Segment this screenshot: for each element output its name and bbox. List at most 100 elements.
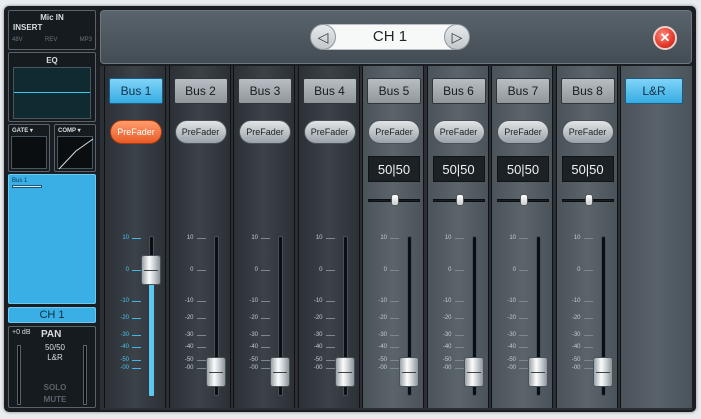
- fader-scale-tick: -10: [572, 298, 593, 304]
- prefader-button[interactable]: PreFader: [497, 120, 549, 144]
- fader-scale-tick: 10: [445, 235, 464, 241]
- tick-label: -30: [442, 332, 452, 338]
- bus-strip-8: Bus 8 PreFader 50|50 10 0 -10 -20 -30 -40 -50 -00: [555, 66, 618, 408]
- tick-label: -00: [571, 365, 581, 371]
- bus-select-button[interactable]: Bus 1: [109, 78, 163, 104]
- pan-slider-knob[interactable]: [520, 194, 528, 206]
- bus-strip-1: Bus 1 PreFader 10 0 -10 -20 -30 -40 -50 -00: [104, 66, 166, 408]
- tick-label: 0: [512, 267, 516, 273]
- solo-button[interactable]: SOLO: [35, 383, 75, 392]
- prefader-button[interactable]: PreFader: [432, 120, 485, 144]
- pan-slider-knob[interactable]: [455, 194, 464, 206]
- prefader-button[interactable]: PreFader: [561, 120, 614, 144]
- bus-select-button[interactable]: Bus 4: [302, 78, 357, 104]
- gain-readout: +0 dB: [12, 329, 31, 336]
- bus-select-button[interactable]: Bus 8: [560, 78, 615, 104]
- bus-select-button[interactable]: Bus 5: [367, 78, 421, 104]
- fader-scale-tick: 0: [577, 267, 592, 273]
- tick-label: 0: [448, 267, 452, 273]
- tick-label: -30: [249, 332, 258, 338]
- fader-scale-tick: 0: [513, 267, 528, 273]
- prefader-button[interactable]: PreFader: [303, 120, 356, 144]
- prefader-button[interactable]: PreFader: [368, 120, 420, 144]
- eq-panel[interactable]: EQ: [8, 52, 96, 122]
- fader-knob[interactable]: [463, 357, 484, 387]
- fader-scale-tick: -40: [507, 344, 528, 350]
- close-x-icon: ✕: [659, 30, 671, 45]
- prefader-button[interactable]: PreFader: [110, 120, 162, 144]
- insert-item-rev: REV: [45, 37, 58, 43]
- fader-scale-tick: 0: [319, 267, 334, 273]
- tick-label: -00: [249, 365, 258, 371]
- fader-knob[interactable]: [334, 357, 355, 387]
- tick-label: -30: [571, 332, 581, 338]
- fader-scale-tick: -30: [249, 332, 270, 338]
- tick-label: -30: [378, 332, 387, 338]
- tick-label: -40: [378, 344, 387, 350]
- pan-slider[interactable]: [561, 194, 614, 206]
- prefader-button[interactable]: PreFader: [239, 120, 291, 144]
- bus-strip-5: Bus 5 PreFader 50|50 10 0 -10 -20 -30 -40 -50 -00: [362, 66, 424, 408]
- fader-scale-tick: 10: [509, 235, 528, 241]
- fader-knob[interactable]: [141, 255, 161, 285]
- tick-label: -10: [184, 298, 194, 304]
- bus-select-button[interactable]: Bus 3: [238, 78, 292, 104]
- bus-select-button[interactable]: Bus 2: [173, 78, 228, 104]
- fader-scale-tick: 0: [384, 267, 399, 273]
- insert-panel[interactable]: Mic IN INSERT 48V REV MP3: [8, 10, 96, 50]
- close-button[interactable]: ✕: [653, 26, 677, 50]
- lr-button[interactable]: L&R: [625, 78, 683, 104]
- tick-label: -10: [571, 298, 581, 304]
- tick-label: 0: [190, 267, 194, 273]
- fader-knob[interactable]: [205, 357, 226, 387]
- gate-panel[interactable]: GATE ▾: [8, 124, 50, 172]
- fader-knob[interactable]: [592, 357, 613, 387]
- tick-label: 10: [573, 235, 581, 241]
- pan-slider[interactable]: [497, 194, 549, 206]
- comp-panel[interactable]: COMP ▾: [54, 124, 96, 172]
- insert-effects: 48V REV MP3: [12, 37, 92, 43]
- fader-knob[interactable]: [270, 357, 290, 387]
- comp-label: COMP ▾: [58, 128, 81, 134]
- tick-label: -40: [313, 344, 323, 350]
- fader-scale-tick: -20: [120, 315, 141, 321]
- fader-scale-tick: -40: [249, 344, 270, 350]
- pan-slider[interactable]: [432, 194, 485, 206]
- next-channel-button[interactable]: ▷: [444, 24, 470, 50]
- tick-label: -50: [313, 357, 323, 363]
- fader-knob[interactable]: [399, 357, 419, 387]
- eq-label: EQ: [46, 56, 58, 65]
- bus-select-button[interactable]: Bus 7: [496, 78, 550, 104]
- bus-send-mixer: Bus 1 PreFader 10 0 -10 -20 -30 -40 -50 -00 Bus 2 P…: [100, 66, 692, 410]
- tick-label: -50: [120, 357, 129, 363]
- fader-scale-tick: 10: [316, 235, 335, 241]
- chevron-right-icon: ▷: [451, 28, 463, 45]
- pan-readout: 50|50: [368, 156, 420, 182]
- tick-label: -00: [184, 365, 194, 371]
- fader-knob[interactable]: [528, 357, 548, 387]
- prev-channel-button[interactable]: ◁: [310, 24, 336, 50]
- pan-panel[interactable]: +0 dB PAN 50/50 L&R SOLO MUTE: [8, 326, 96, 408]
- pan-slider[interactable]: [368, 194, 420, 206]
- eq-curve-graph: [13, 67, 91, 119]
- tick-label: 0: [125, 267, 129, 273]
- sends-panel[interactable]: Bus 1: [8, 174, 96, 304]
- channel-name-label[interactable]: CH 1: [8, 307, 96, 323]
- insert-item-48v: 48V: [12, 37, 23, 43]
- fader-scale-tick: 0: [126, 267, 141, 273]
- input-label: Mic IN: [40, 13, 64, 22]
- fader-scale-tick: -10: [185, 298, 206, 304]
- fader-scale-tick: -00: [443, 365, 464, 371]
- pan-slider-knob[interactable]: [584, 194, 593, 206]
- pan-slider-knob[interactable]: [391, 194, 399, 206]
- bus-select-button[interactable]: Bus 6: [431, 78, 486, 104]
- tick-label: 0: [254, 267, 258, 273]
- fader-scale-tick: -00: [507, 365, 528, 371]
- fader-scale: 10 0 -10 -20 -30 -40 -50 -00: [430, 235, 464, 386]
- channel-overview-strip: Mic IN INSERT 48V REV MP3 EQ GATE ▾ COMP…: [8, 10, 96, 408]
- fader-scale-tick: 10: [187, 235, 206, 241]
- pan-readout: 50|50: [432, 156, 485, 182]
- fader-scale-tick: -10: [443, 298, 464, 304]
- prefader-button[interactable]: PreFader: [174, 120, 227, 144]
- mute-button[interactable]: MUTE: [35, 395, 75, 404]
